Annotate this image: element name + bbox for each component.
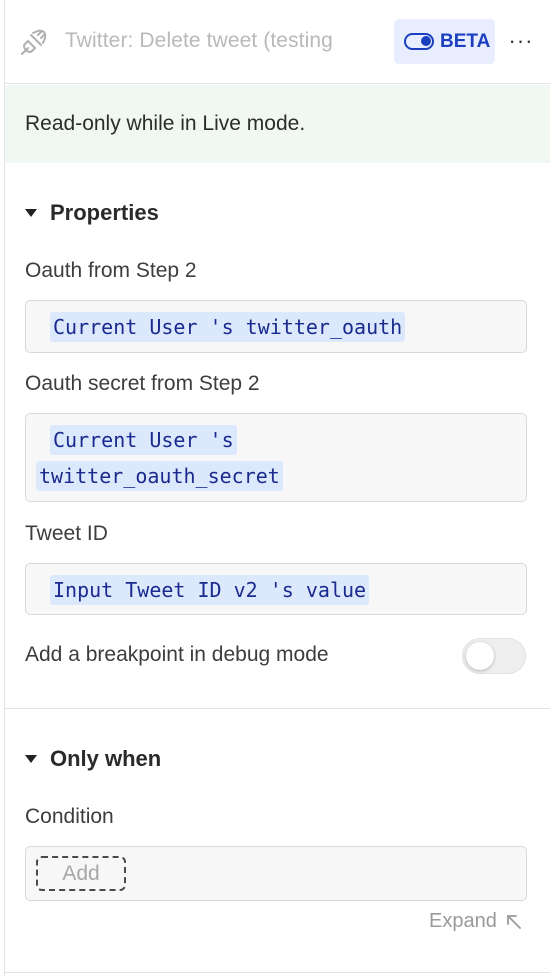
oauth-secret-label: Oauth secret from Step 2 (25, 372, 260, 395)
tweet-id-expression-chip[interactable]: Input Tweet ID v2 's value (50, 575, 370, 605)
expand-link[interactable]: Expand (429, 910, 523, 933)
only-when-section-toggle[interactable]: Only when (25, 746, 161, 772)
only-when-title: Only when (50, 746, 162, 771)
condition-field[interactable]: Add (25, 846, 527, 901)
oauth-secret-field[interactable]: Current User 's twitter_oauth_secret (25, 413, 527, 502)
beta-label: BETA (440, 30, 491, 52)
toggle-icon (404, 33, 434, 50)
oauth-field[interactable]: Current User 's twitter_oauth (25, 300, 527, 353)
breakpoint-label: Add a breakpoint in debug mode (25, 643, 329, 666)
condition-label: Condition (25, 805, 114, 828)
caret-down-icon (25, 209, 37, 217)
tweet-id-field[interactable]: Input Tweet ID v2 's value (25, 563, 527, 615)
oauth-expression-chip[interactable]: Current User 's twitter_oauth (50, 312, 406, 342)
caret-down-icon (25, 755, 37, 763)
plug-off-icon (21, 29, 47, 55)
arrow-up-left-icon (506, 914, 521, 929)
workflow-action-panel: Twitter: Delete tweet (testing BETA ··· … (4, 0, 550, 976)
breakpoint-toggle[interactable] (462, 638, 526, 674)
properties-title: Properties (50, 200, 159, 225)
tweet-id-label: Tweet ID (25, 522, 108, 545)
oauth-secret-expression-chip-line1[interactable]: Current User 's (50, 425, 237, 455)
notice-text: Read-only while in Live mode. (25, 112, 306, 135)
more-options-button[interactable]: ··· (505, 27, 537, 57)
beta-toggle-button[interactable]: BETA (394, 19, 495, 64)
read-only-notice: Read-only while in Live mode. (5, 85, 550, 163)
oauth-secret-expression-chip-line2[interactable]: twitter_oauth_secret (36, 461, 283, 491)
panel-bottom-border (5, 972, 550, 973)
toggle-knob (466, 642, 494, 670)
add-condition-button[interactable]: Add (36, 856, 126, 891)
panel-header: Twitter: Delete tweet (testing BETA ··· (5, 0, 550, 84)
expand-label: Expand (429, 910, 497, 932)
section-divider (5, 708, 550, 709)
oauth-label: Oauth from Step 2 (25, 259, 197, 282)
properties-section-toggle[interactable]: Properties (25, 200, 159, 226)
action-title[interactable]: Twitter: Delete tweet (testing (65, 29, 397, 53)
